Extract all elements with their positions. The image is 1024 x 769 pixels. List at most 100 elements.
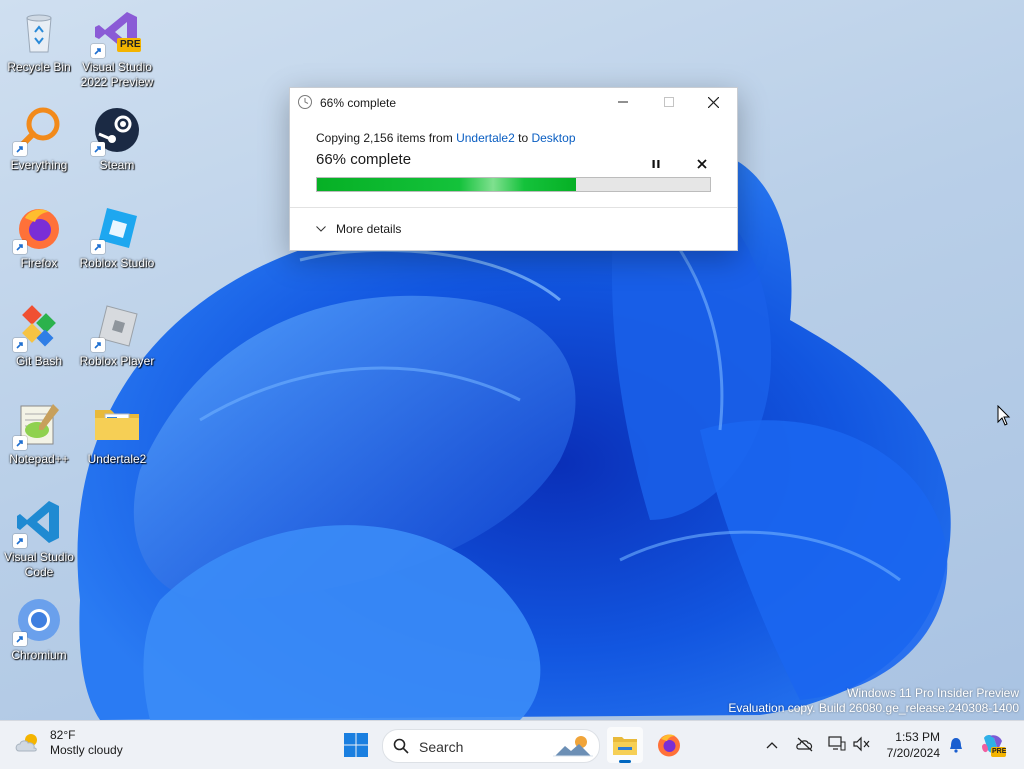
- clock-date: 7/20/2024: [886, 746, 940, 760]
- show-hidden-icons-chevron-icon[interactable]: [766, 741, 778, 749]
- dialog-title: 66% complete: [320, 96, 397, 110]
- search-placeholder: Search: [419, 739, 464, 755]
- pause-icon: [652, 160, 660, 168]
- desktop-icon-label: Chromium: [11, 648, 67, 662]
- weather-widget[interactable]: 82°F Mostly cloudy: [14, 728, 123, 758]
- roblox-studio-icon: [91, 204, 141, 254]
- desktop-icon-everything[interactable]: Everything: [0, 106, 81, 173]
- display-network-icon[interactable]: [828, 736, 846, 752]
- desktop-icon-visual-studio-code[interactable]: Visual Studio Code: [0, 498, 81, 580]
- shortcut-arrow-icon: [91, 338, 105, 352]
- steam-icon: [91, 106, 141, 156]
- cancel-icon: [697, 159, 707, 169]
- notepad-plus-plus-icon: [13, 400, 63, 450]
- firefox-icon: [13, 204, 63, 254]
- folder-icon: [93, 400, 141, 448]
- progress-bar-fill: [317, 178, 577, 191]
- desktop-icon-label: Roblox Player: [79, 354, 155, 368]
- minimize-button[interactable]: [600, 88, 646, 116]
- shortcut-arrow-icon: [13, 338, 27, 352]
- copy-prefix-text: Copying 2,156 items from: [316, 131, 457, 145]
- desktop-icon-label: Roblox Studio: [79, 256, 155, 270]
- shortcut-arrow-icon: [13, 240, 27, 254]
- onedrive-offline-icon[interactable]: [796, 736, 814, 752]
- pause-button[interactable]: [646, 154, 666, 174]
- copy-progress-dialog: 66% complete Copying 2,156 items from Un…: [289, 87, 738, 251]
- shortcut-arrow-icon: [13, 632, 27, 646]
- destination-folder-link[interactable]: Desktop: [531, 131, 575, 145]
- shortcut-arrow-icon: [91, 240, 105, 254]
- copilot-preview-badge: PRE: [992, 748, 1007, 755]
- weather-temperature: 82°F: [50, 728, 76, 742]
- copy-clock-icon: [297, 94, 313, 110]
- copilot-preview-button[interactable]: PRE: [980, 732, 1006, 758]
- taskbar-firefox[interactable]: [651, 727, 687, 763]
- chevron-down-icon: [316, 226, 326, 232]
- desktop-icon-steam[interactable]: Steam: [75, 106, 159, 173]
- source-folder-link[interactable]: Undertale2: [456, 131, 515, 145]
- start-button[interactable]: [343, 732, 369, 758]
- copy-progress-bar: [316, 177, 711, 192]
- desktop-icon-recycle-bin[interactable]: Recycle Bin: [0, 8, 81, 75]
- desktop-icon-roblox-studio[interactable]: Roblox Studio: [75, 204, 159, 271]
- desktop-icon-label: Visual Studio 2022 Preview: [80, 60, 154, 89]
- copy-status-line: Copying 2,156 items from Undertale2 to D…: [316, 131, 576, 145]
- cancel-copy-button[interactable]: [692, 154, 712, 174]
- more-details-label: More details: [336, 222, 402, 236]
- dialog-titlebar[interactable]: 66% complete: [290, 88, 737, 116]
- desktop-icon-label: Recycle Bin: [7, 60, 71, 74]
- desktop-icon-undertale2-folder[interactable]: Undertale2: [75, 400, 159, 467]
- git-bash-icon: [13, 302, 63, 352]
- desktop-icon-label: Steam: [99, 158, 135, 172]
- maximize-icon: [664, 97, 674, 107]
- clock-time: 1:53 PM: [895, 730, 940, 744]
- desktop-icon-label: Firefox: [20, 256, 58, 270]
- notification-bell-icon[interactable]: [949, 737, 963, 753]
- shortcut-arrow-icon: [13, 534, 27, 548]
- desktop-icon-firefox[interactable]: Firefox: [0, 204, 81, 271]
- roblox-player-icon: [91, 302, 141, 352]
- visual-studio-preview-icon: PRE: [91, 8, 141, 58]
- watermark-line-2: Evaluation copy. Build 26080.ge_release.…: [728, 701, 1019, 715]
- taskbar: 82°F Mostly cloudy Search 1:53 PM 7/20/2…: [0, 720, 1024, 769]
- desktop-icon-label: Git Bash: [15, 354, 63, 368]
- volume-muted-icon[interactable]: [853, 736, 871, 752]
- desktop-icon-visual-studio-2022-preview[interactable]: PRE Visual Studio 2022 Preview: [75, 8, 159, 90]
- taskbar-file-explorer[interactable]: [607, 727, 643, 763]
- taskbar-clock[interactable]: 1:53 PM 7/20/2024: [878, 729, 940, 761]
- shortcut-arrow-icon: [13, 436, 27, 450]
- desktop-icon-git-bash[interactable]: Git Bash: [0, 302, 81, 369]
- recycle-bin-icon: [15, 8, 63, 56]
- chromium-icon: [13, 596, 63, 646]
- minimize-icon: [618, 101, 628, 103]
- search-highlight-landscape-icon: [553, 736, 593, 757]
- preview-badge: PRE: [120, 39, 141, 50]
- desktop-icon-chromium[interactable]: Chromium: [0, 596, 81, 663]
- desktop-icon-notepad-plus-plus[interactable]: Notepad++: [0, 400, 81, 467]
- maximize-button: [646, 88, 692, 116]
- shortcut-arrow-icon: [91, 142, 105, 156]
- desktop-icon-label: Everything: [10, 158, 68, 172]
- taskbar-search-box[interactable]: Search: [382, 729, 600, 763]
- to-text: to: [514, 131, 532, 145]
- shortcut-arrow-icon: [91, 44, 105, 58]
- desktop-icon-label: Notepad++: [9, 452, 69, 466]
- close-icon: [707, 96, 719, 108]
- cloudy-weather-icon: [15, 734, 37, 752]
- visual-studio-code-icon: [13, 498, 63, 548]
- desktop-icon-roblox-player[interactable]: Roblox Player: [75, 302, 159, 369]
- file-explorer-icon: [613, 737, 637, 755]
- percent-complete-label: 66% complete: [316, 151, 412, 168]
- evaluation-watermark: Windows 11 Pro Insider Preview Evaluatio…: [728, 686, 1019, 716]
- search-icon: [393, 738, 409, 754]
- desktop-icon-label: Undertale2: [87, 452, 147, 466]
- watermark-line-1: Windows 11 Pro Insider Preview: [847, 686, 1019, 700]
- shortcut-arrow-icon: [13, 142, 27, 156]
- close-button[interactable]: [690, 88, 736, 116]
- everything-search-icon: [13, 106, 63, 156]
- dialog-divider: [290, 207, 737, 208]
- more-details-toggle[interactable]: More details: [316, 222, 401, 236]
- weather-description: Mostly cloudy: [50, 743, 123, 757]
- dialog-body: Copying 2,156 items from Undertale2 to D…: [290, 116, 737, 207]
- firefox-icon: [658, 734, 680, 757]
